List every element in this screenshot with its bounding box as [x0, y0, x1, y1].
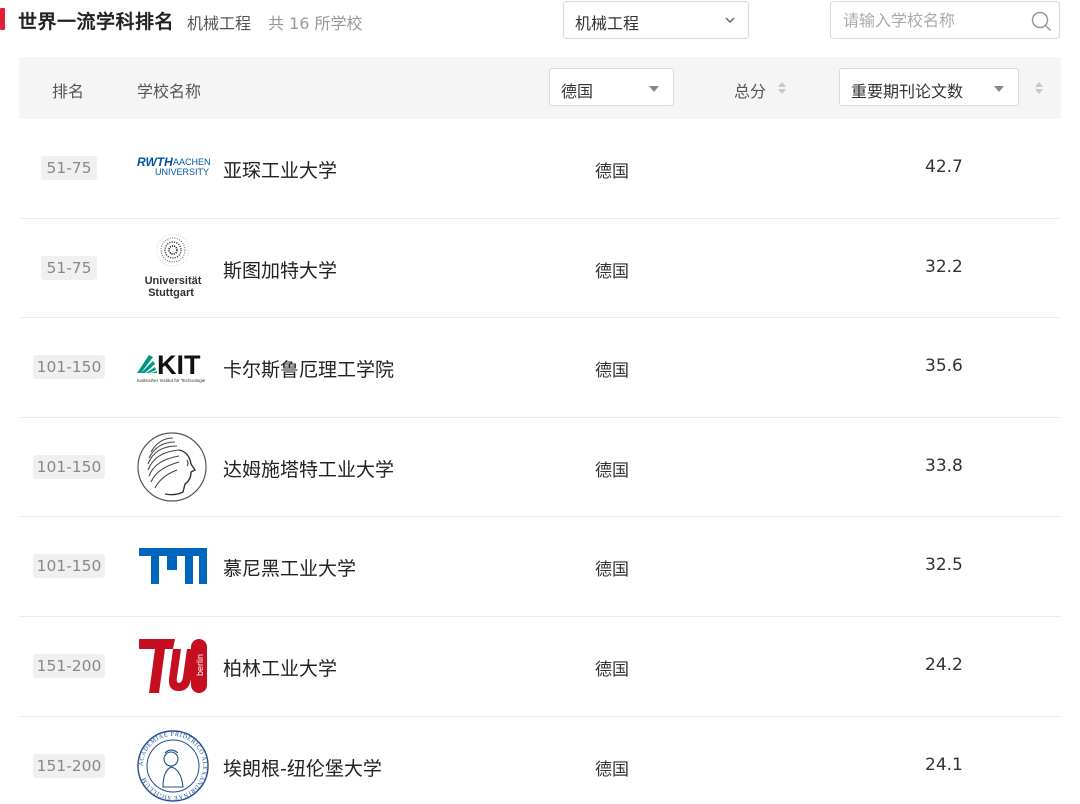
university-name[interactable]: 卡尔斯鲁厄理工学院 [223, 355, 394, 382]
table-row[interactable]: 51-75 RWTH AACHEN UNIVERSITY 亚琛工业大学 德国 4… [19, 119, 1061, 219]
caret-down-icon [994, 86, 1004, 92]
university-name[interactable]: 慕尼黑工业大学 [223, 554, 356, 581]
kit-logo-icon: KIT Karlsruher Institut für Technologie [135, 331, 211, 403]
svg-text:Universität: Universität [145, 275, 202, 287]
metric-score: 32.2 [925, 256, 963, 277]
svg-text:UNIVERSITY: UNIVERSITY [155, 167, 209, 177]
column-header-rank: 排名 [52, 82, 85, 101]
university-country: 德国 [595, 560, 629, 581]
stuttgart-logo-icon: Universität Stuttgart [135, 232, 211, 304]
country-filter-value: 德国 [561, 82, 594, 101]
svg-text:KIT: KIT [157, 350, 201, 380]
column-header-total[interactable]: 总分 [734, 78, 766, 102]
university-name[interactable]: 柏林工业大学 [223, 654, 337, 681]
country-filter-select[interactable]: 德国 [549, 68, 674, 106]
university-country: 德国 [595, 162, 629, 182]
rank-badge: 51-75 [41, 156, 97, 180]
university-country: 德国 [595, 261, 629, 282]
rank-badge: 151-200 [33, 653, 105, 678]
university-country: 德国 [595, 659, 629, 680]
search-icon[interactable] [1029, 9, 1053, 33]
table-row[interactable]: 101-150 慕尼黑工业大学 德国 32.5 [19, 517, 1061, 617]
university-name[interactable]: 埃朗根-纽伦堡大学 [223, 754, 382, 781]
search-input[interactable] [843, 8, 1013, 32]
sort-metric-icon[interactable] [1035, 82, 1043, 94]
rank-badge: 151-200 [33, 753, 105, 778]
page-header: 世界一流学科排名 机械工程 共 16 所学校 机械工程 [0, 0, 1080, 44]
svg-text:AACHEN: AACHEN [173, 157, 211, 167]
table-row[interactable]: 101-150 KIT Karlsruher Institut für Tech… [19, 318, 1061, 418]
subject-select[interactable]: 机械工程 [563, 1, 749, 39]
column-header-total-label: 总分 [734, 82, 767, 101]
university-name[interactable]: 达姆施塔特工业大学 [223, 455, 394, 482]
svg-text:Karlsruher Institut für Techno: Karlsruher Institut für Technologie [137, 378, 206, 383]
sort-total-icon[interactable] [778, 82, 786, 94]
caret-down-icon [649, 86, 659, 92]
search-box[interactable] [830, 1, 1060, 39]
rank-badge: 51-75 [41, 255, 97, 280]
university-country: 德国 [595, 460, 629, 481]
table-row[interactable]: 151-200 ACADEMIAE FRIDERICO ALEXANDRINAE… [19, 717, 1061, 804]
column-header-name: 学校名称 [137, 82, 202, 101]
table-row[interactable]: 101-150 达姆施塔特工业大学 德国 33.8 [19, 418, 1061, 518]
metric-score: 42.7 [925, 157, 963, 177]
metric-score: 33.8 [925, 455, 963, 476]
metric-score: 35.6 [925, 356, 963, 377]
table-row[interactable]: 151-200 berlin 柏林工业大学 德国 24.2 [19, 617, 1061, 717]
fau-seal-logo-icon: ACADEMIAE FRIDERICO ALEXANDRINAE SIGILLU… [135, 729, 211, 802]
tu-berlin-logo-icon: berlin [135, 630, 211, 702]
rwth-aachen-logo-icon: RWTH AACHEN UNIVERSITY [135, 132, 211, 204]
university-country: 德国 [595, 361, 629, 382]
metric-score: 32.5 [925, 555, 963, 576]
metric-score: 24.2 [925, 654, 963, 675]
metric-score: 24.1 [925, 754, 963, 775]
page-title: 世界一流学科排名 [18, 11, 175, 33]
current-subject: 机械工程 [187, 14, 252, 33]
subject-select-value: 机械工程 [575, 14, 640, 33]
title-accent-bar [0, 8, 5, 30]
university-name[interactable]: 斯图加特大学 [223, 256, 337, 283]
university-country: 德国 [595, 759, 629, 780]
tu-darmstadt-athena-logo-icon [135, 431, 211, 503]
rank-badge: 101-150 [33, 355, 105, 380]
rank-badge: 101-150 [33, 554, 105, 579]
table-header: 排名 学校名称 德国 总分 重要期刊论文数 [19, 57, 1061, 119]
tum-logo-icon [135, 530, 211, 602]
university-name[interactable]: 亚琛工业大学 [223, 156, 337, 183]
table-row[interactable]: 51-75 Universität Stuttgart 斯图加特大学 德国 32… [19, 219, 1061, 319]
chevron-down-icon [725, 17, 735, 23]
metric-filter-select[interactable]: 重要期刊论文数 [839, 68, 1019, 106]
rank-badge: 101-150 [33, 454, 105, 479]
school-count: 共 16 所学校 [268, 14, 363, 33]
metric-filter-value: 重要期刊论文数 [851, 82, 964, 101]
svg-text:Stuttgart: Stuttgart [148, 287, 194, 299]
svg-text:berlin: berlin [195, 654, 205, 676]
ranking-table-body: 51-75 RWTH AACHEN UNIVERSITY 亚琛工业大学 德国 4… [19, 119, 1061, 804]
